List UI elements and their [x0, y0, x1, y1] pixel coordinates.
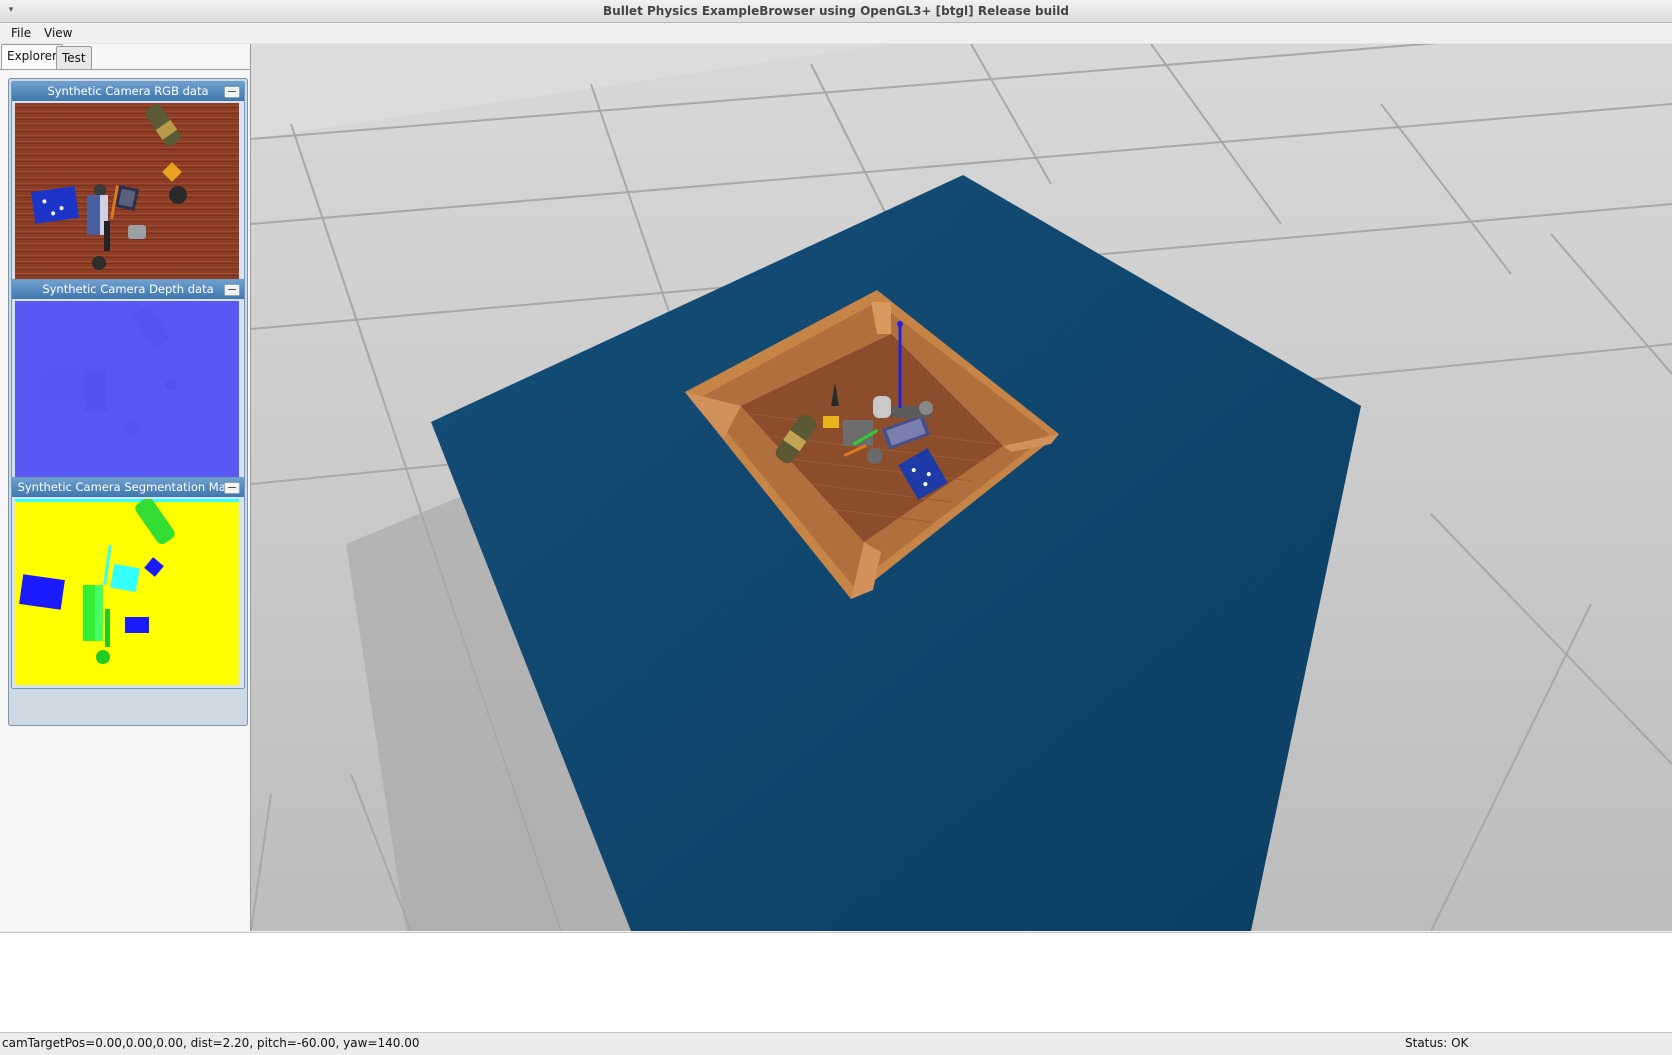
camera-rgb-title[interactable]: Synthetic Camera RGB data [12, 82, 244, 101]
camera-info-text: camTargetPos=0.00,0.00,0.00, dist=2.20, … [2, 1036, 420, 1050]
status-bar: camTargetPos=0.00,0.00,0.00, dist=2.20, … [0, 1032, 1672, 1055]
menu-file[interactable]: File [5, 25, 37, 41]
minimize-icon[interactable] [224, 86, 240, 98]
camera-depth-title[interactable]: Synthetic Camera Depth data [12, 280, 244, 299]
3d-viewport[interactable] [251, 44, 1672, 931]
console-output-area[interactable] [0, 932, 1672, 1033]
window-title: Bullet Physics ExampleBrowser using Open… [603, 4, 1069, 18]
tab-divider [0, 69, 250, 70]
camera-rgb-window: Synthetic Camera RGB data [11, 81, 245, 293]
status-text: Status: OK [1405, 1036, 1469, 1050]
window-title-bar: ▾ Bullet Physics ExampleBrowser using Op… [0, 0, 1672, 23]
camera-segmentation-window: Synthetic Camera Segmentation Mask [11, 477, 245, 689]
minimize-icon[interactable] [224, 482, 240, 494]
camera-rgb-image [15, 103, 239, 289]
menu-bar: File View [0, 23, 1672, 44]
camera-depth-title-text: Synthetic Camera Depth data [42, 282, 214, 296]
menu-view[interactable]: View [38, 25, 78, 41]
camera-segmentation-title-text: Synthetic Camera Segmentation Mask [17, 480, 239, 494]
camera-depth-image [15, 301, 239, 487]
synthetic-camera-container: Synthetic Camera RGB data Synthetic Came… [8, 78, 248, 726]
window-menu-icon[interactable]: ▾ [4, 0, 18, 22]
camera-depth-window: Synthetic Camera Depth data [11, 279, 245, 491]
minimize-icon[interactable] [224, 284, 240, 296]
tab-test[interactable]: Test [56, 46, 92, 69]
camera-segmentation-image [15, 499, 239, 685]
camera-segmentation-title[interactable]: Synthetic Camera Segmentation Mask [12, 478, 244, 497]
tab-explorer[interactable]: Explorer [1, 44, 63, 69]
explorer-panel: Explorer Test Synthetic Camera RGB data [0, 44, 251, 931]
camera-rgb-title-text: Synthetic Camera RGB data [47, 84, 209, 98]
